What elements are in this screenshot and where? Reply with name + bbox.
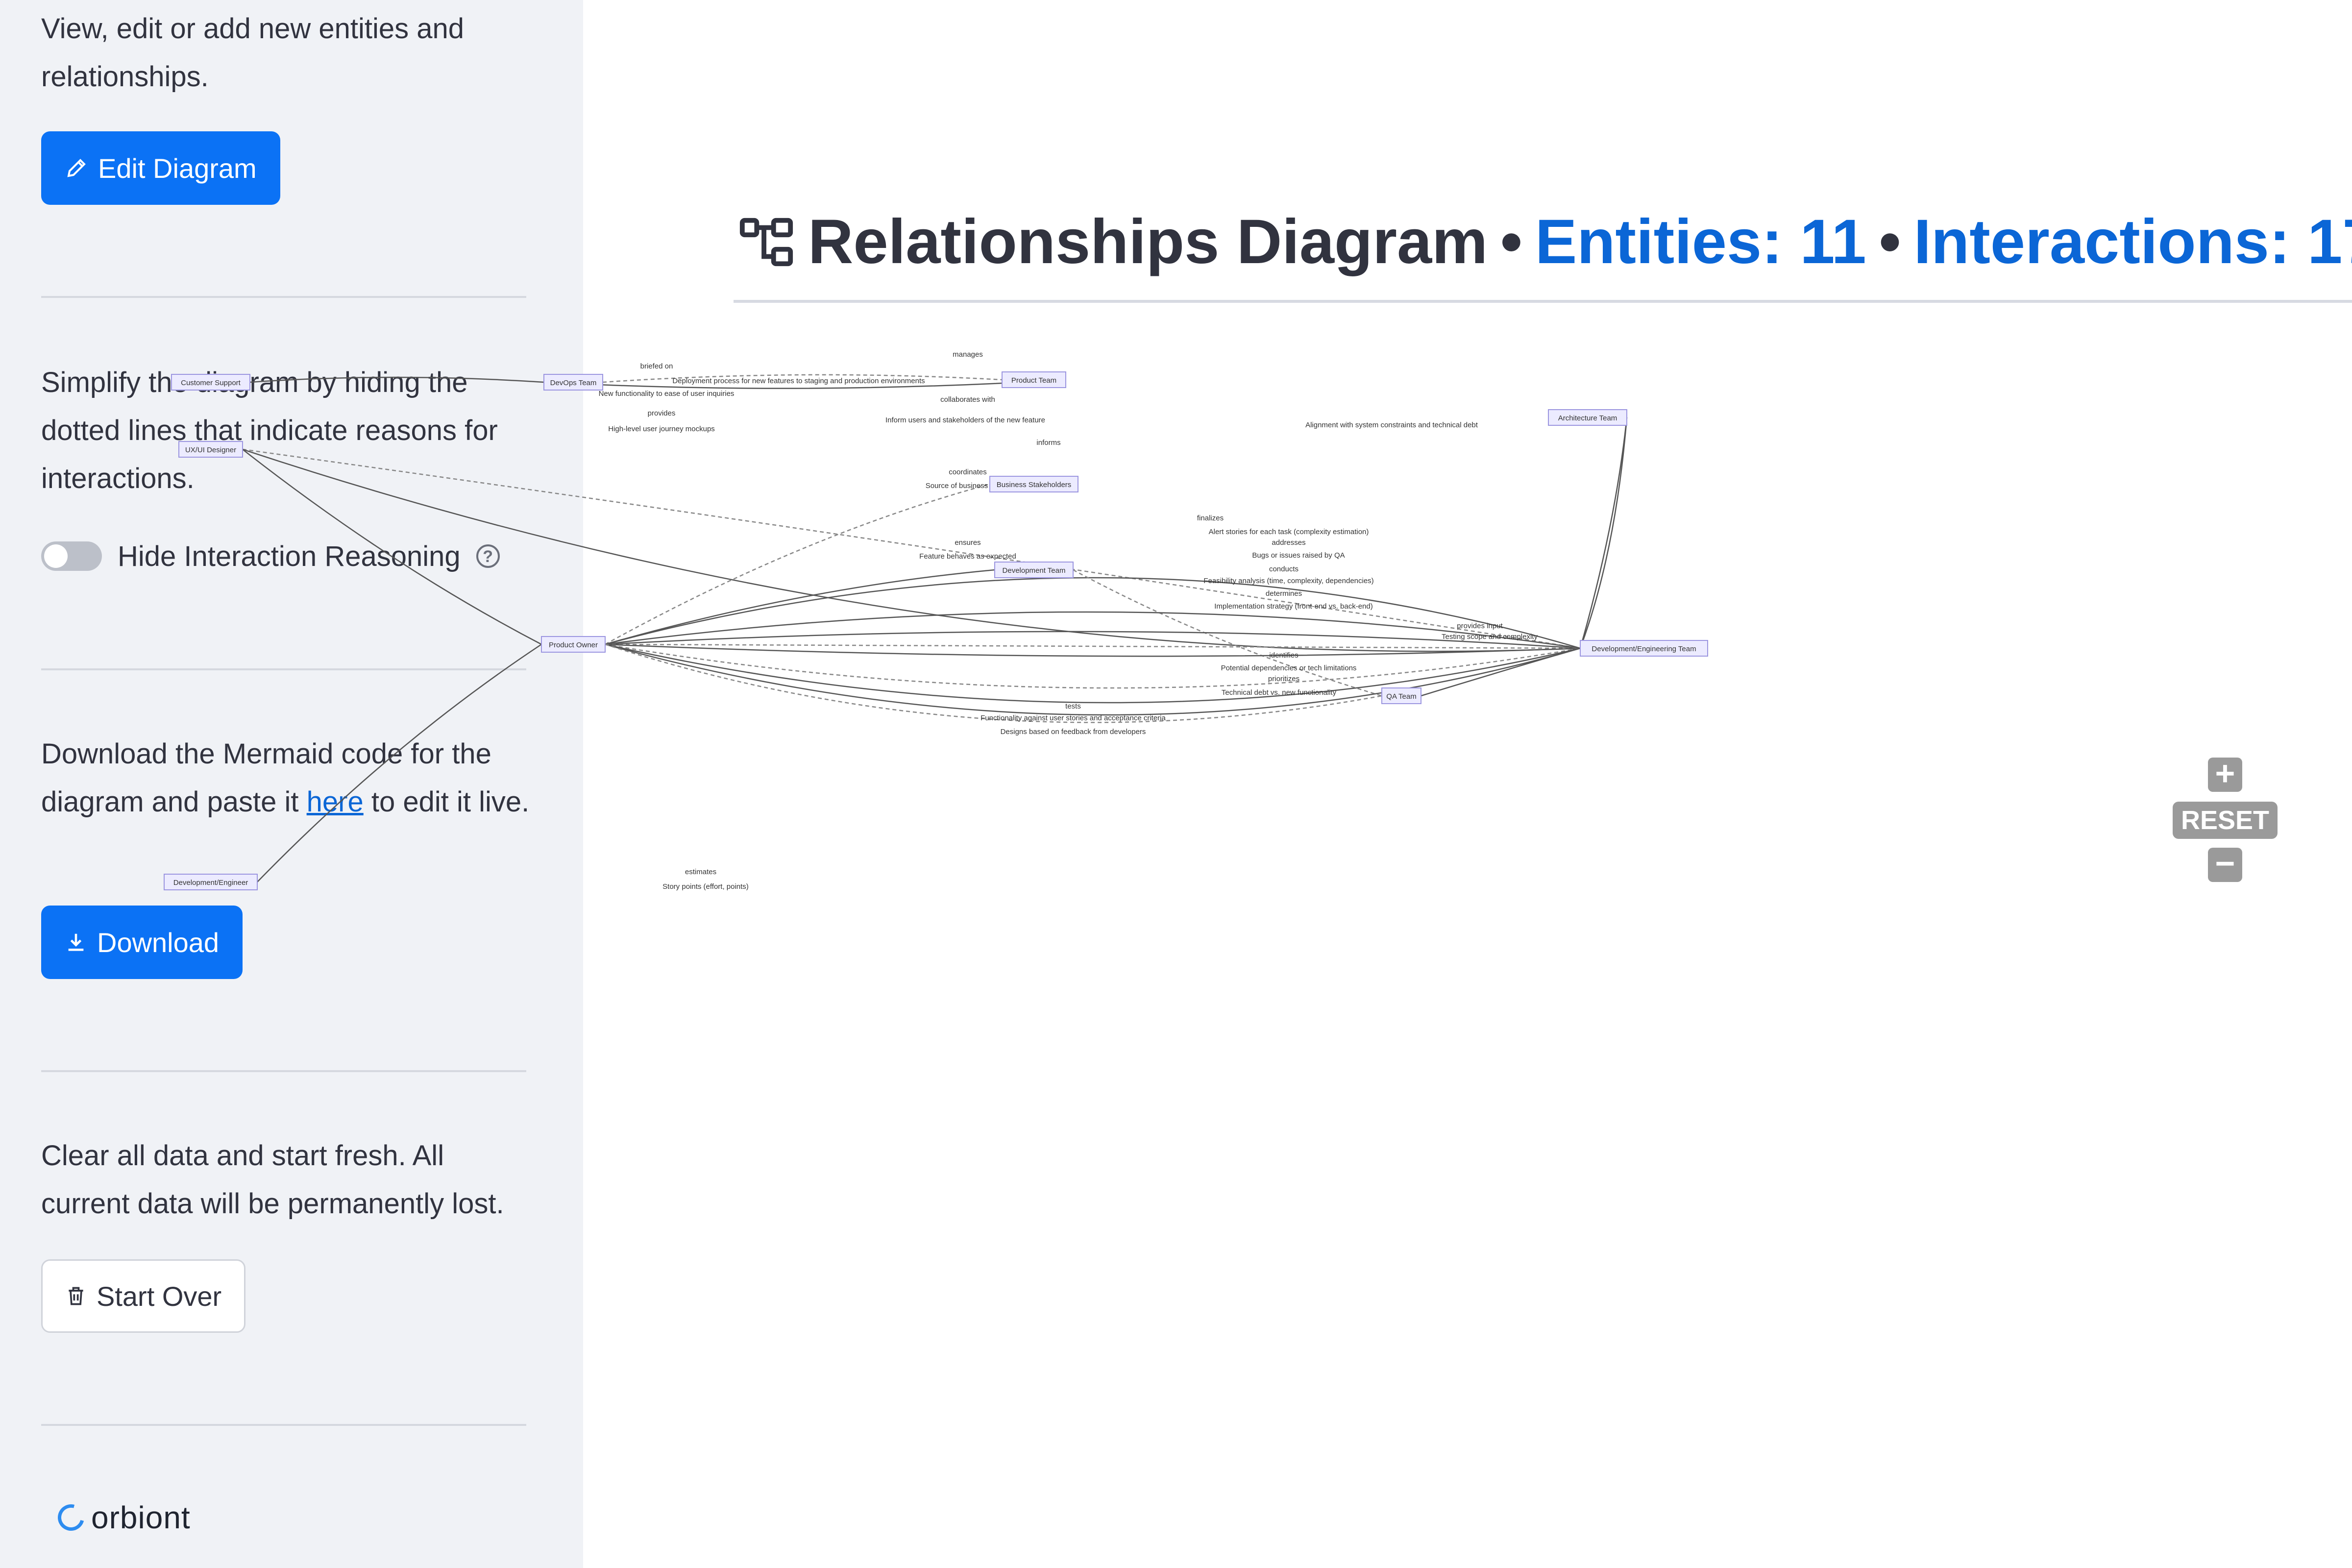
start-over-button[interactable]: Start Over bbox=[41, 1259, 246, 1333]
edge-label: Bugs or issues raised by QA bbox=[1252, 551, 1345, 560]
edge-label: High-level user journey mockups bbox=[608, 425, 715, 433]
entity-label: UX/UI Designer bbox=[185, 446, 236, 454]
page-title: Relationships Diagram • Entities: 11 • I… bbox=[737, 206, 2352, 278]
trash-icon bbox=[69, 1287, 83, 1305]
start-over-label: Start Over bbox=[97, 1280, 222, 1312]
entity-label: DevOps Team bbox=[550, 379, 597, 387]
orbiont-logo-icon bbox=[53, 1499, 89, 1536]
edge-label: Deployment process for new features to s… bbox=[672, 377, 925, 385]
edge-label: Alignment with system constraints and te… bbox=[1305, 421, 1478, 429]
entity-node[interactable]: Architecture Team bbox=[1548, 409, 1627, 426]
divider bbox=[41, 1070, 526, 1072]
edge-label: manages bbox=[953, 350, 983, 359]
edge-label: Functionality against user stories and a… bbox=[980, 714, 1166, 722]
entity-label: Customer Support bbox=[181, 379, 241, 387]
relationship-edge bbox=[605, 643, 1581, 649]
entity-label: Development/Engineer bbox=[173, 879, 248, 887]
edit-diagram-label: Edit Diagram bbox=[98, 152, 257, 184]
edge-label: Feasibility analysis (time, complexity, … bbox=[1203, 577, 1373, 585]
diagram-icon bbox=[739, 218, 793, 266]
edge-label: Inform users and stakeholders of the new… bbox=[885, 416, 1045, 424]
zoom-in-button[interactable]: + bbox=[2208, 756, 2242, 792]
relationship-edge bbox=[242, 448, 1581, 652]
download-icon bbox=[68, 933, 84, 951]
edge-label: finalizes bbox=[1197, 514, 1224, 522]
edit-description: View, edit or add new entities and relat… bbox=[41, 13, 465, 93]
logo-text: orbiont bbox=[91, 1500, 191, 1535]
edge-label: determines bbox=[1266, 589, 1302, 598]
edge-label: Technical debt vs. new functionality bbox=[1222, 688, 1337, 697]
entity-node[interactable]: Development Team bbox=[994, 562, 1074, 578]
entity-label: Product Owner bbox=[549, 641, 598, 649]
relationship-edge bbox=[242, 448, 1581, 649]
entity-label: Development Team bbox=[1003, 566, 1066, 575]
entity-node[interactable]: Product Team bbox=[1002, 371, 1066, 388]
entity-label: QA Team bbox=[1386, 692, 1416, 701]
orbiont-logo: orbiont bbox=[53, 1499, 191, 1536]
entity-node[interactable]: UX/UI Designer bbox=[178, 441, 243, 458]
toggle-knob bbox=[44, 544, 68, 568]
entity-node[interactable]: Development/Engineer bbox=[164, 874, 258, 890]
edge-label: estimates bbox=[685, 868, 716, 876]
edge-label: provides bbox=[648, 409, 676, 417]
entity-label: Development/Engineering Team bbox=[1592, 645, 1696, 653]
title-separator: • bbox=[1879, 207, 1901, 277]
relationship-edge bbox=[242, 449, 542, 645]
relationship-edge bbox=[249, 376, 544, 383]
entity-node[interactable]: QA Team bbox=[1381, 687, 1421, 704]
edge-label: briefed on bbox=[640, 362, 673, 370]
relationship-edge bbox=[605, 611, 1581, 649]
edge-label: Designs based on feedback from developer… bbox=[1001, 728, 1146, 736]
edge-label: conducts bbox=[1269, 565, 1298, 573]
divider bbox=[41, 296, 526, 298]
entity-label: Architecture Team bbox=[1558, 414, 1617, 422]
divider bbox=[41, 1424, 526, 1426]
relationship-edge bbox=[605, 643, 1581, 716]
entity-node[interactable]: Development/Engineering Team bbox=[1580, 640, 1708, 657]
hide-reasoning-toggle[interactable] bbox=[41, 541, 102, 571]
edge-label: identifies bbox=[1269, 651, 1298, 660]
edge-label: Alert stories for each task (complexity … bbox=[1209, 528, 1369, 536]
entities-count: Entities: 11 bbox=[1535, 207, 1866, 277]
entity-node[interactable]: DevOps Team bbox=[543, 374, 603, 391]
edit-diagram-button[interactable]: Edit Diagram bbox=[41, 131, 280, 205]
relationship-edge bbox=[1579, 417, 1628, 649]
zoom-out-button[interactable]: − bbox=[2208, 846, 2242, 882]
edge-label: provides input bbox=[1457, 622, 1503, 630]
pencil-icon bbox=[67, 159, 86, 177]
edge-label: informs bbox=[1036, 439, 1060, 447]
entity-label: Business Stakeholders bbox=[997, 481, 1072, 489]
edge-label: collaborates with bbox=[940, 395, 995, 404]
edge-label: New functionality to ease of user inquir… bbox=[599, 390, 735, 398]
zoom-reset-button[interactable]: RESET bbox=[2173, 802, 2278, 839]
edge-label: Implementation strategy (front-end vs. b… bbox=[1214, 602, 1372, 611]
title-text: Relationships Diagram bbox=[808, 207, 1488, 277]
entity-node[interactable]: Customer Support bbox=[171, 374, 250, 391]
edge-label: Potential dependencies or tech limitatio… bbox=[1221, 664, 1357, 672]
title-separator: • bbox=[1500, 207, 1522, 277]
interactions-count: Interactions: 17 bbox=[1913, 207, 2352, 277]
edge-label: tests bbox=[1065, 702, 1081, 710]
clear-description: Clear all data and start fresh. All curr… bbox=[41, 1140, 504, 1220]
edge-label: Story points (effort, points) bbox=[662, 882, 749, 891]
download-label: Download bbox=[97, 927, 220, 958]
edge-label: Feature behaves as expected bbox=[919, 552, 1016, 561]
entity-label: Product Team bbox=[1011, 376, 1056, 385]
title-divider bbox=[734, 300, 2352, 303]
entity-node[interactable]: Business Stakeholders bbox=[989, 476, 1078, 492]
edge-label: coordinates bbox=[949, 468, 987, 476]
edge-label: prioritizes bbox=[1268, 675, 1299, 683]
edge-label: Testing scope and complexity bbox=[1442, 633, 1538, 641]
relationship-edge bbox=[257, 643, 542, 882]
entity-node[interactable]: Product Owner bbox=[541, 636, 606, 653]
edge-label: ensures bbox=[955, 539, 980, 547]
relationship-edge bbox=[1579, 417, 1628, 649]
edge-label: addresses bbox=[1272, 539, 1305, 547]
relationship-edge bbox=[605, 483, 990, 645]
relationships-diagram[interactable]: briefed on New functionality to ease of u… bbox=[147, 333, 1764, 921]
